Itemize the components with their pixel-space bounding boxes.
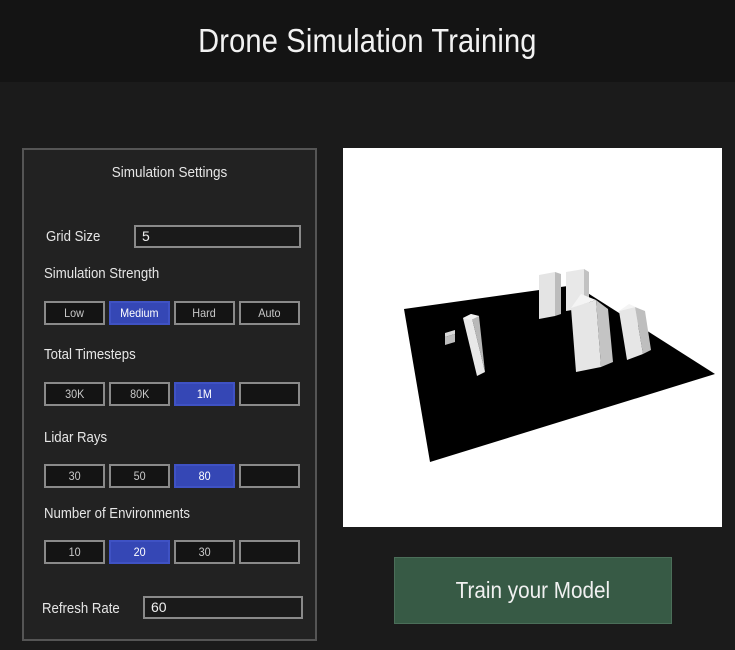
lidar-option-custom[interactable]: [239, 464, 300, 488]
app-header: Drone Simulation Training: [0, 0, 735, 82]
environments-label: Number of Environments: [44, 505, 190, 522]
obstacle-pillar-back-1: [539, 272, 555, 319]
simulation-settings-panel: Simulation Settings Grid Size 5 Simulati…: [22, 148, 317, 641]
refresh-rate-input[interactable]: 60: [143, 596, 303, 619]
lidar-rays-options: 30 50 80: [44, 464, 300, 488]
environments-option-20[interactable]: 20: [109, 540, 170, 564]
lidar-rays-label: Lidar Rays: [44, 429, 108, 446]
obstacle-pillar-back-1-side: [555, 272, 561, 316]
lidar-option-30[interactable]: 30: [44, 464, 105, 488]
total-timesteps-options: 30K 80K 1M: [44, 382, 300, 406]
train-model-button[interactable]: Train your Model: [394, 557, 672, 624]
environments-option-10[interactable]: 10: [44, 540, 105, 564]
strength-option-auto[interactable]: Auto: [239, 301, 300, 325]
timesteps-option-80k[interactable]: 80K: [109, 382, 170, 406]
simulation-scene: [404, 269, 715, 462]
environments-option-custom[interactable]: [239, 540, 300, 564]
timesteps-option-30k[interactable]: 30K: [44, 382, 105, 406]
train-model-label: Train your Model: [455, 577, 611, 603]
strength-option-hard[interactable]: Hard: [174, 301, 235, 325]
obstacle-wall-center-front: [571, 300, 601, 372]
simulation-strength-label: Simulation Strength: [44, 265, 160, 282]
strength-option-medium[interactable]: Medium: [109, 301, 170, 325]
simulation-viewport[interactable]: [343, 148, 722, 527]
strength-option-low[interactable]: Low: [44, 301, 105, 325]
simulation-strength-options: Low Medium Hard Auto: [44, 301, 300, 325]
environments-option-30[interactable]: 30: [174, 540, 235, 564]
refresh-rate-label: Refresh Rate: [42, 600, 120, 617]
total-timesteps-label: Total Timesteps: [44, 346, 136, 363]
timesteps-option-1m[interactable]: 1M: [174, 382, 235, 406]
timesteps-option-custom[interactable]: [239, 382, 300, 406]
app-title: Drone Simulation Training: [198, 22, 537, 59]
grid-size-label: Grid Size: [46, 228, 101, 245]
lidar-option-80[interactable]: 80: [174, 464, 235, 488]
lidar-option-50[interactable]: 50: [109, 464, 170, 488]
grid-size-input[interactable]: 5: [134, 225, 301, 248]
panel-title: Simulation Settings: [111, 164, 228, 181]
environments-options: 10 20 30: [44, 540, 300, 564]
